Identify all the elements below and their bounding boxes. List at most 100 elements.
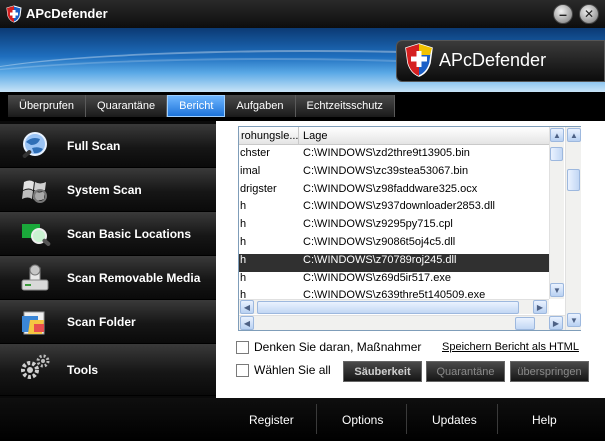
scroll-up-icon[interactable]: ▲ (567, 128, 581, 142)
scroll-thumb[interactable] (567, 169, 580, 191)
scroll-up-icon[interactable]: ▲ (550, 128, 564, 142)
minimize-icon: – (559, 6, 567, 22)
remember-checkbox[interactable] (236, 341, 249, 355)
tab-label: Echtzeitsschutz (306, 100, 383, 112)
close-button[interactable]: ✕ (579, 4, 599, 24)
scroll-left-icon[interactable]: ◀ (240, 316, 254, 330)
tab-label: Quarantäne (97, 100, 156, 112)
report-rows: chster C:\WINDOWS\zd2thre9t13905.bin imal… (239, 147, 549, 299)
threat-cell: h (240, 253, 247, 266)
table-row[interactable]: imal C:\WINDOWS\zc39stea53067.bin (239, 165, 549, 183)
footer-bar: Register Options Updates Help (0, 398, 605, 441)
table-row[interactable]: chster C:\WINDOWS\zd2thre9t13905.bin (239, 147, 549, 165)
threat-cell: h (240, 200, 247, 213)
gears-icon (21, 354, 50, 379)
select-all-label: Wählen Sie all (254, 363, 331, 377)
tab-bar: Überprufen Quarantäne Bericht Aufgaben E… (8, 95, 395, 117)
outer-vertical-scrollbar[interactable]: ▲ ▼ (565, 127, 581, 330)
tab-label: Aufgaben (236, 100, 284, 112)
inner-horizontal-scrollbar[interactable]: ◀ ▶ (239, 299, 549, 314)
column-header-location[interactable]: Lage (299, 127, 549, 145)
scroll-down-icon[interactable]: ▼ (550, 283, 564, 297)
globe-magnifier-icon (22, 132, 47, 158)
threat-cell: drigster (240, 182, 277, 195)
table-row[interactable]: h C:\WINDOWS\z69d5ir517.exe (239, 272, 549, 290)
title-bar: APcDefender – ✕ (0, 0, 605, 28)
remember-label: Denken Sie daran, Maßnahmer (254, 340, 422, 354)
clean-button[interactable]: Säuberkeit (343, 361, 422, 382)
folder-icon (22, 311, 45, 335)
scroll-right-icon[interactable]: ▶ (533, 300, 547, 314)
location-cell: C:\WINDOWS\z9295py715.cpl (303, 218, 453, 231)
tab-uberprufen[interactable]: Überprufen (8, 95, 87, 117)
scroll-thumb[interactable] (515, 317, 535, 330)
scroll-thumb[interactable] (257, 301, 519, 314)
threat-cell: imal (240, 164, 261, 177)
footer-register[interactable]: Register (249, 398, 294, 441)
sidebar-item-scan-removable-media[interactable]: Scan Removable Media (0, 256, 216, 300)
scroll-thumb[interactable] (550, 147, 563, 161)
threat-cell: chster (240, 147, 270, 159)
brand-name: APcDefender (439, 50, 547, 70)
threat-cell: h (240, 271, 247, 284)
minimize-button[interactable]: – (553, 4, 573, 24)
tab-quarantaene[interactable]: Quarantäne (86, 95, 168, 117)
remember-option[interactable]: Denken Sie daran, Maßnahmer (236, 340, 422, 355)
threat-cell: h (240, 289, 247, 300)
sidebar-item-label: Scan Folder (67, 315, 136, 329)
green-magnifier-icon (22, 224, 51, 246)
table-row[interactable]: drigster C:\WINDOWS\z98faddware325.ocx (239, 183, 549, 201)
usb-drive-icon (21, 264, 49, 291)
list-header: rohungsle... Lage (239, 127, 549, 145)
sidebar-item-tools[interactable]: Tools (0, 344, 216, 396)
sidebar-item-scan-basic-locations[interactable]: Scan Basic Locations (0, 212, 216, 256)
sidebar-item-label: System Scan (67, 183, 142, 197)
table-row[interactable]: h C:\WINDOWS\z9295py715.cpl (239, 218, 549, 236)
outer-horizontal-scrollbar[interactable]: ◀ ▶ (239, 315, 565, 330)
quarantine-button[interactable]: Quarantäne (426, 361, 505, 382)
scroll-left-icon[interactable]: ◀ (240, 300, 254, 314)
sidebar-item-system-scan[interactable]: System Scan (0, 168, 216, 212)
table-row-selected[interactable]: h C:\WINDOWS\z70789roj245.dll (239, 253, 549, 272)
location-cell: C:\WINDOWS\z98faddware325.ocx (303, 182, 478, 195)
report-panel: rohungsle... Lage chster C:\WINDOWS\zd2th… (216, 121, 605, 398)
sidebar-item-label: Full Scan (67, 139, 121, 153)
report-list[interactable]: rohungsle... Lage chster C:\WINDOWS\zd2th… (238, 126, 581, 331)
windows-flag-icon (22, 180, 47, 203)
location-cell: C:\WINDOWS\z9086t5oj4c5.dll (303, 235, 456, 248)
footer-updates[interactable]: Updates (432, 398, 477, 441)
footer-divider (316, 404, 317, 434)
brand-shield-icon (405, 43, 433, 77)
scroll-right-icon[interactable]: ▶ (549, 316, 563, 330)
tab-aufgaben[interactable]: Aufgaben (225, 95, 296, 117)
footer-divider (497, 404, 498, 434)
sidebar-item-label: Scan Removable Media (67, 271, 201, 285)
save-report-link[interactable]: Speichern Bericht als HTML (442, 341, 579, 353)
window-title: APcDefender (26, 6, 108, 21)
table-row[interactable]: h C:\WINDOWS\z937downloader2853.dll (239, 200, 549, 218)
tab-label: Bericht (179, 100, 214, 112)
sidebar-item-scan-folder[interactable]: Scan Folder (0, 300, 216, 344)
scroll-down-icon[interactable]: ▼ (567, 313, 581, 327)
location-cell: C:\WINDOWS\z69d5ir517.exe (303, 271, 451, 284)
select-all-option[interactable]: Wählen Sie all (236, 363, 331, 378)
footer-options[interactable]: Options (342, 398, 383, 441)
tab-echtzeitsschutz[interactable]: Echtzeitsschutz (295, 95, 395, 117)
location-cell: C:\WINDOWS\z937downloader2853.dll (303, 200, 495, 213)
inner-vertical-scrollbar[interactable]: ▲ ▼ (549, 127, 564, 299)
tab-bericht[interactable]: Bericht (167, 95, 226, 117)
threat-cell: h (240, 218, 247, 231)
select-all-checkbox[interactable] (236, 364, 249, 378)
threat-cell: h (240, 235, 247, 248)
footer-help[interactable]: Help (532, 398, 557, 441)
location-cell: C:\WINDOWS\z639thre5t140509.exe (303, 289, 486, 300)
sidebar-item-label: Tools (67, 363, 99, 377)
location-cell: C:\WINDOWS\zd2thre9t13905.bin (303, 147, 470, 159)
table-row[interactable]: h C:\WINDOWS\z639thre5t140509.exe (239, 289, 549, 299)
footer-divider (406, 404, 407, 434)
table-row[interactable]: h C:\WINDOWS\z9086t5oj4c5.dll (239, 236, 549, 254)
close-icon: ✕ (583, 7, 595, 21)
skip-button[interactable]: überspringen (510, 361, 589, 382)
column-header-threat[interactable]: rohungsle... (239, 127, 299, 145)
sidebar-item-full-scan[interactable]: Full Scan (0, 124, 216, 168)
